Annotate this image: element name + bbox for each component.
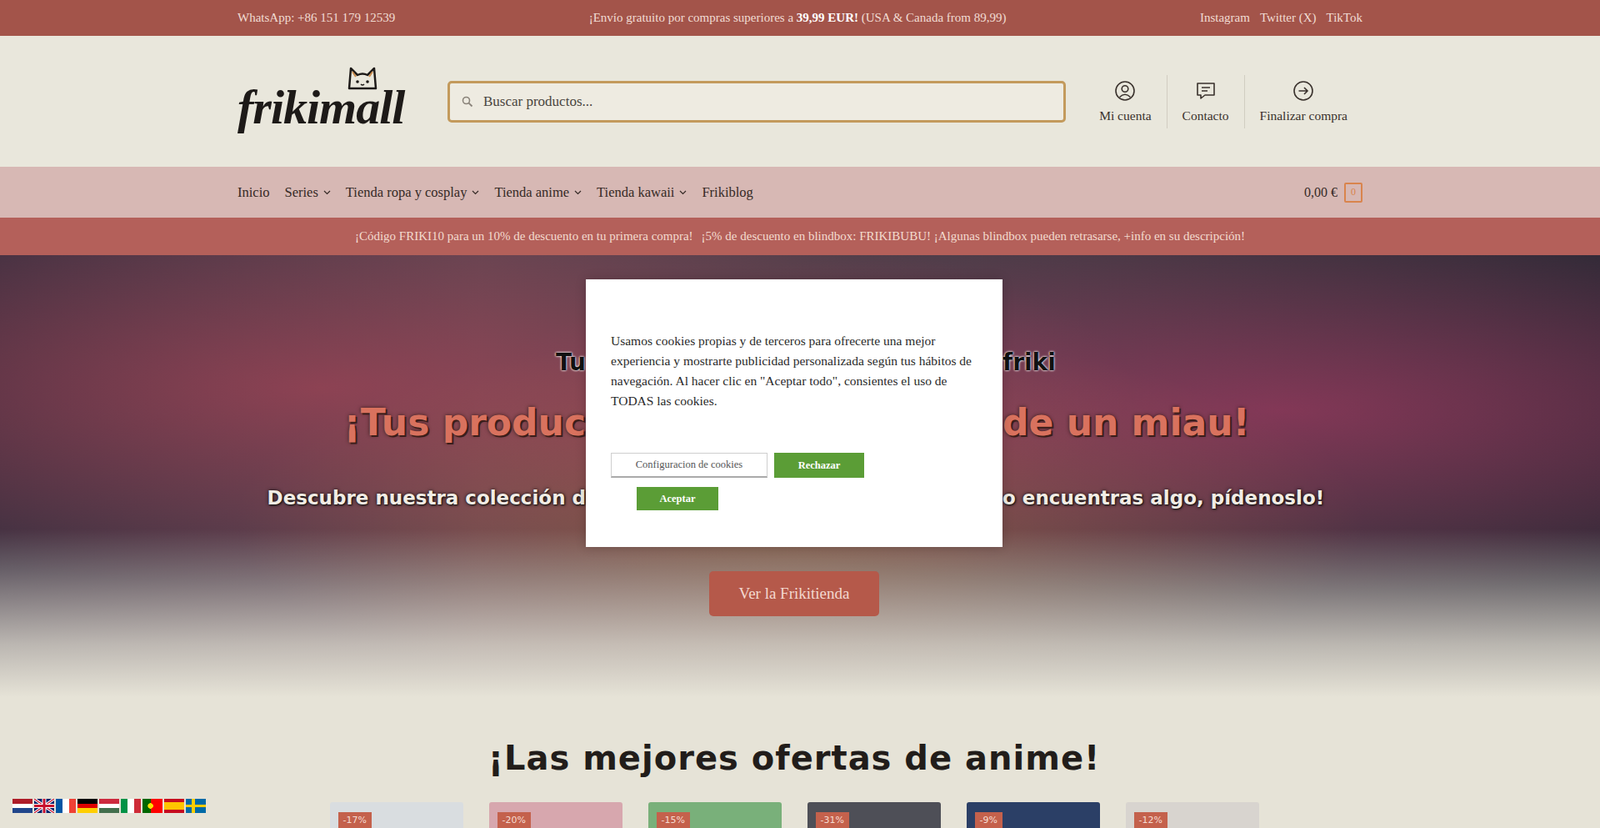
promo-text: ¡5% de descuento en blindbox: FRIKIBUBU!… (701, 229, 1245, 244)
shipping-notice: ¡Envío gratuito por compras superiores a… (589, 10, 1007, 25)
social-links: Instagram Twitter (X) TikTok (1200, 10, 1363, 25)
nav-item[interactable]: Tienda ropa y cosplay (345, 184, 480, 201)
nav-item-label[interactable]: Series (285, 184, 319, 201)
product-card[interactable]: -17% (330, 801, 464, 828)
flag-icon[interactable] (120, 798, 141, 813)
header-actions: Mi cuenta Contacto Finalizar compra (1084, 75, 1363, 129)
flag-icon[interactable] (185, 798, 206, 813)
flag-icon[interactable] (164, 798, 185, 813)
site-header: frikimall Mi cuenta Contacto Finalizar comp… (0, 35, 1600, 167)
accept-button[interactable]: Aceptar (636, 486, 719, 510)
nav-inner: Inicio Series Tienda ropa y cosplay Tienda … (237, 166, 1363, 218)
hero-title-right: friki (1002, 342, 1056, 383)
cookie-buttons: Configuracion de cookiesRechazar Aceptar (610, 452, 878, 510)
flag-icon[interactable] (12, 798, 33, 813)
flag-icon[interactable] (77, 798, 98, 813)
nav-item-label[interactable]: Tienda ropa y cosplay (345, 184, 468, 201)
logo-text[interactable]: frikimall (237, 83, 408, 132)
discount-badge: -20% (497, 811, 531, 828)
checkout-icon (1292, 80, 1315, 102)
header-action[interactable]: Mi cuenta (1084, 75, 1166, 129)
product-card[interactable]: -31% (807, 801, 941, 828)
social-link[interactable]: Twitter (X) (1260, 10, 1317, 25)
header-action[interactable]: Contacto (1166, 75, 1245, 129)
promo-bar: ¡Código FRIKI10 para un 10% de descuento… (0, 217, 1600, 255)
discount-badge: -17% (338, 811, 372, 828)
search-bar[interactable] (447, 80, 1066, 123)
cart-count[interactable]: 0 (1344, 182, 1363, 203)
header-action[interactable]: Finalizar compra (1244, 75, 1363, 129)
deals-section: ¡Las mejores ofertas de anime!-17%-20%-1… (0, 696, 1600, 828)
nav-item[interactable]: Frikiblog (701, 184, 753, 201)
logo[interactable]: frikimall (237, 71, 408, 132)
hero-description-left: Descubre nuestra colección d (267, 484, 586, 511)
header-inner: frikimall Mi cuenta Contacto Finalizar comp… (237, 35, 1363, 167)
product-card[interactable]: -20% (489, 801, 623, 828)
nav-item[interactable]: Tienda anime (494, 184, 582, 201)
product-list: -17% -20% -15% -31% -9% -12% (0, 801, 1600, 828)
search-input[interactable] (481, 92, 1052, 111)
social-link[interactable]: Instagram (1200, 10, 1250, 25)
shipping-text: ¡Envío gratuito por compras superiores a (589, 10, 797, 25)
discount-badge: -15% (656, 811, 690, 828)
flag-icon[interactable] (99, 798, 120, 813)
product-card[interactable]: -15% (648, 801, 782, 828)
hero-description-right: o encuentras algo, pídenoslo! (1002, 484, 1325, 511)
top-bar: WhatsApp: +86 151 179 12539 ¡Envío gratui… (0, 0, 1600, 36)
header-action-label[interactable]: Contacto (1182, 108, 1230, 124)
discount-badge: -31% (815, 811, 850, 828)
flag-icon[interactable] (142, 798, 163, 813)
account-icon (1114, 80, 1136, 102)
cart[interactable]: 0,00 € 0 (1304, 182, 1363, 203)
cta-row: Ver la Frikitienda (0, 570, 1600, 616)
discount-badge: -12% (1134, 811, 1168, 828)
hero-title-left: Tu (555, 342, 586, 383)
shop-button[interactable]: Ver la Frikitienda (709, 570, 880, 616)
shipping-text: (USA & Canada from 89,99) (858, 10, 1006, 25)
language-switcher (12, 798, 206, 813)
chat-icon (1195, 80, 1217, 102)
product-card[interactable]: -12% (1125, 801, 1260, 828)
discount-badge: -9% (975, 811, 1003, 828)
top-bar-inner: WhatsApp: +86 151 179 12539 ¡Envío gratui… (237, 0, 1363, 36)
chevron-down-icon (574, 190, 582, 195)
cookie-dialog: Usamos cookies propias y de terceros par… (585, 279, 1003, 547)
nav-item-label[interactable]: Frikiblog (701, 184, 753, 201)
header-action-label[interactable]: Mi cuenta (1099, 108, 1151, 124)
cat-icon (344, 63, 381, 92)
deals-title: ¡Las mejores ofertas de anime! (0, 738, 1600, 777)
header-action-label[interactable]: Finalizar compra (1260, 108, 1348, 124)
chevron-down-icon (679, 190, 687, 195)
hero-subtitle-right: de un miau! (1002, 399, 1250, 446)
whatsapp-link[interactable]: WhatsApp: +86 151 179 12539 (237, 10, 395, 25)
hero-subtitle-left: ¡Tus produc (344, 399, 586, 446)
main-nav: Inicio Series Tienda ropa y cosplay Tienda … (0, 166, 1600, 218)
nav-item-label[interactable]: Tienda kawaii (596, 184, 675, 201)
nav-item[interactable]: Inicio (237, 184, 270, 201)
chevron-down-icon (323, 190, 331, 195)
promo-text: ¡Código FRIKI10 para un 10% de descuento… (355, 229, 694, 244)
cookie-message: Usamos cookies propias y de terceros par… (610, 330, 978, 411)
nav-item[interactable]: Series (285, 184, 331, 201)
reject-button[interactable]: Rechazar (774, 452, 865, 478)
product-card[interactable]: -9% (966, 801, 1100, 828)
search-icon (461, 95, 474, 108)
nav-menu: Inicio Series Tienda ropa y cosplay Tienda … (237, 184, 754, 201)
shipping-amount: 39,99 EUR! (796, 10, 859, 25)
flag-icon[interactable] (55, 798, 76, 813)
nav-item-label[interactable]: Tienda anime (494, 184, 570, 201)
cart-total[interactable]: 0,00 € (1304, 185, 1338, 200)
nav-item-label[interactable]: Inicio (237, 184, 270, 201)
chevron-down-icon (471, 190, 480, 195)
cookie-settings-button[interactable]: Configuracion de cookies (610, 452, 768, 478)
nav-item[interactable]: Tienda kawaii (596, 184, 687, 201)
social-link[interactable]: TikTok (1326, 10, 1363, 25)
flag-icon[interactable] (34, 798, 55, 813)
